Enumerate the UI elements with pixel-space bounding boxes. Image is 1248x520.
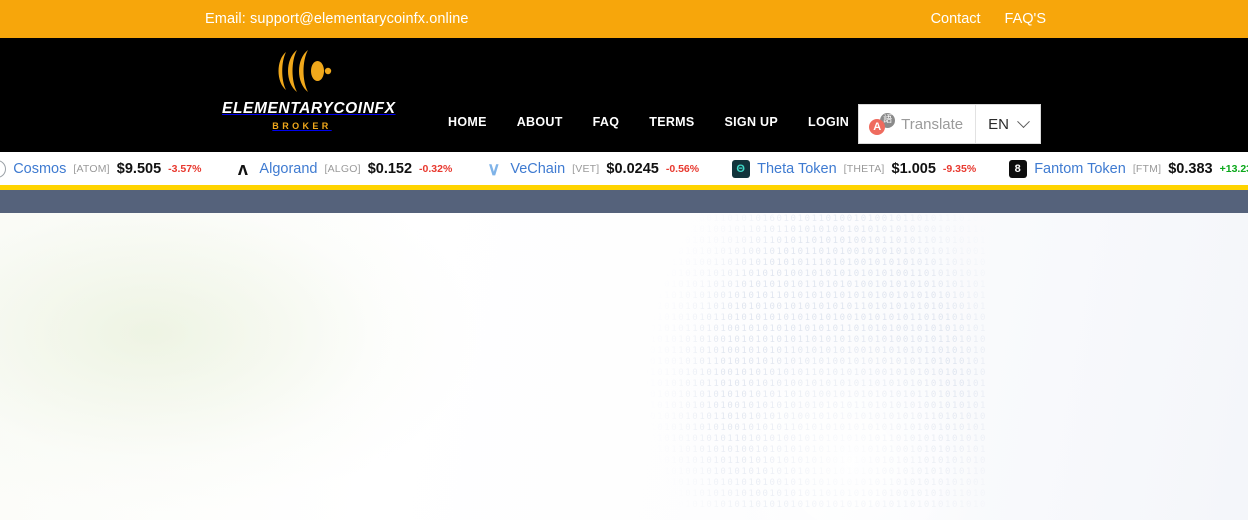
ticker-coin-symbol: [ATOM] xyxy=(73,162,110,175)
vechain-coin-icon: ∨ xyxy=(487,158,501,179)
slate-divider-bar xyxy=(0,190,1248,213)
nav-item-sign-up[interactable]: SIGN UP xyxy=(725,115,779,129)
ticker-coin-change: -9.35% xyxy=(942,162,977,175)
nav-item-home[interactable]: HOME xyxy=(448,115,487,129)
translate-label: Translate xyxy=(901,115,964,133)
ticker-coin-symbol: [FTM] xyxy=(1132,162,1162,175)
support-email-text: Email: support@elementarycoinfx.online xyxy=(205,11,469,27)
google-translate-widget[interactable]: 語 A Translate EN xyxy=(858,104,1041,144)
ticker-coin-name: Theta Token xyxy=(757,160,837,177)
theta-coin-icon: Θ xyxy=(731,159,750,178)
algorand-coin-icon: ʌ xyxy=(237,158,248,179)
ticker-coin-change: -0.32% xyxy=(419,162,453,175)
chevron-down-icon xyxy=(1017,114,1030,128)
ticker-coin-name: VeChain xyxy=(510,160,566,177)
selected-language: EN xyxy=(988,115,1009,133)
cosmos-coin-icon xyxy=(0,159,6,178)
ticker-item[interactable]: ∨ VeChain [VET] $0.0245 -0.56% xyxy=(468,159,715,178)
site-header: ELEMENTARYCOINFX BROKER HOME ABOUT FAQ T… xyxy=(0,38,1248,152)
topbar-link-contact[interactable]: Contact xyxy=(931,11,981,27)
ticker-coin-symbol: [VET] xyxy=(572,162,600,175)
top-utility-links: Contact FAQ'S xyxy=(931,11,1046,27)
translate-placeholder[interactable]: 語 A Translate xyxy=(859,105,977,143)
hero-section: 1010100101010110101010101010010101010101… xyxy=(0,213,1248,520)
nav-item-terms[interactable]: TERMS xyxy=(649,115,694,129)
ticker-coin-price: $0.0245 xyxy=(606,160,659,177)
ticker-track: 9% Cosmos[ATOM]$9.505-3.57%ʌAlgorand[ALG… xyxy=(0,152,1248,185)
ticker-item[interactable]: Cosmos [ATOM] $9.505 -3.57% xyxy=(0,159,217,178)
ticker-coin-price: $1.005 xyxy=(891,160,936,177)
ticker-coin-name: Algorand xyxy=(259,160,318,177)
top-utility-bar: Email: support@elementarycoinfx.online C… xyxy=(0,0,1248,38)
site-logo[interactable]: ELEMENTARYCOINFX BROKER xyxy=(222,46,396,131)
fantom-coin-icon: 8 xyxy=(1008,159,1027,178)
google-translate-icon: 語 A xyxy=(869,113,896,135)
ticker-coin-change: -3.57% xyxy=(168,162,202,175)
ticker-item[interactable]: 8 Fantom Token [FTM] $0.383 +13.23% xyxy=(992,159,1248,178)
topbar-link-faqs[interactable]: FAQ'S xyxy=(1005,11,1046,27)
nav-item-login[interactable]: LOGIN xyxy=(808,115,849,129)
ticker-coin-symbol: [THETA] xyxy=(843,162,885,175)
nav-item-faq[interactable]: FAQ xyxy=(593,115,620,129)
ticker-coin-price: $9.505 xyxy=(116,160,162,177)
ticker-item[interactable]: Θ Theta Token [THETA] $1.005 -9.35% xyxy=(715,159,992,178)
nav-item-about[interactable]: ABOUT xyxy=(517,115,563,129)
ticker-coin-price: $0.152 xyxy=(367,160,413,177)
ticker-coin-name: Fantom Token xyxy=(1034,160,1126,177)
ticker-coin-price: $0.383 xyxy=(1168,160,1213,177)
ticker-coin-change: -0.56% xyxy=(665,162,700,175)
logo-tagline: BROKER xyxy=(272,121,332,131)
crypto-price-ticker[interactable]: 9% Cosmos[ATOM]$9.505-3.57%ʌAlgorand[ALG… xyxy=(0,152,1248,190)
ticker-coin-symbol: [ALGO] xyxy=(324,162,361,175)
language-selector[interactable]: EN xyxy=(976,105,1040,143)
ticker-coin-name: Cosmos xyxy=(13,160,67,177)
logo-wordmark: ELEMENTARYCOINFX xyxy=(222,100,396,117)
ticker-item[interactable]: ʌ Algorand [ALGO] $0.152 -0.32% xyxy=(217,159,468,178)
concentric-arcs-logo-icon xyxy=(222,46,382,96)
ticker-coin-change: +13.23% xyxy=(1219,162,1248,175)
